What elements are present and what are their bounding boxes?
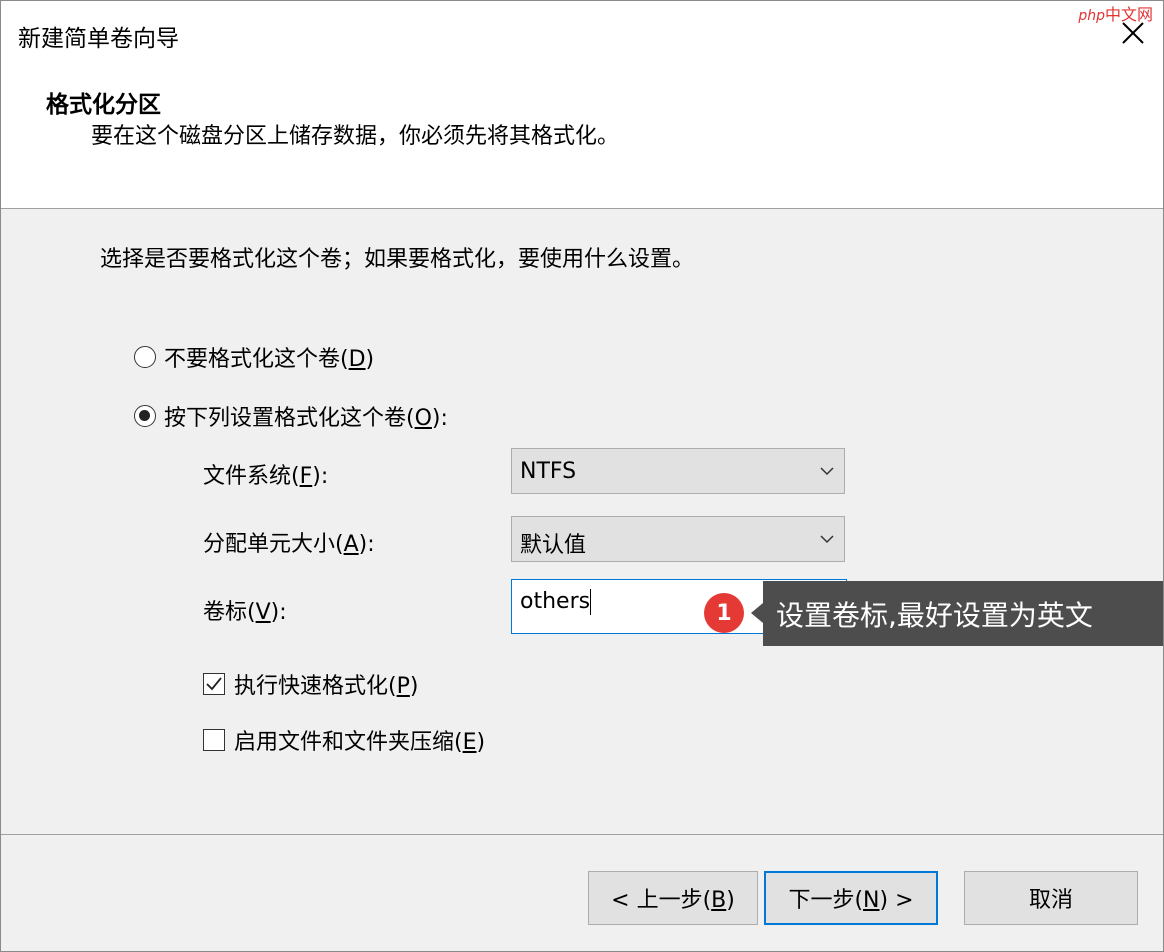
alloc-unit-value: 默认值 xyxy=(520,533,587,558)
cancel-button[interactable]: 取消 xyxy=(964,871,1138,925)
radio-unchecked-icon[interactable] xyxy=(134,346,156,368)
quick-format-checkbox[interactable]: 执行快速格式化(P) xyxy=(203,668,418,700)
checkbox-unchecked-icon[interactable] xyxy=(203,729,225,751)
next-button[interactable]: 下一步(N) > xyxy=(764,871,938,925)
chevron-down-icon xyxy=(820,467,834,476)
radio-checked-icon[interactable] xyxy=(134,405,156,427)
file-system-label: 文件系统(F): xyxy=(203,464,329,489)
text-caret xyxy=(590,589,592,615)
compression-checkbox[interactable]: 启用文件和文件夹压缩(E) xyxy=(203,724,485,756)
alloc-unit-label: 分配单元大小(A): xyxy=(203,532,375,557)
title-bar: 新建简单卷向导 php中文网 xyxy=(1,1,1163,67)
compression-label: 启用文件和文件夹压缩(E) xyxy=(234,730,486,755)
instruction-text: 选择是否要格式化这个卷；如果要格式化，要使用什么设置。 xyxy=(100,247,695,272)
wizard-header: 格式化分区 要在这个磁盘分区上储存数据，你必须先将其格式化。 xyxy=(1,67,1163,209)
radio-no-format[interactable]: 不要格式化这个卷(D) xyxy=(134,341,374,373)
chevron-down-icon xyxy=(820,535,834,544)
close-button[interactable] xyxy=(1113,13,1153,53)
quick-format-label: 执行快速格式化(P) xyxy=(234,674,419,699)
radio-format[interactable]: 按下列设置格式化这个卷(O): xyxy=(134,400,448,432)
file-system-select[interactable]: NTFS xyxy=(511,448,845,494)
back-button[interactable]: < 上一步(B) xyxy=(588,871,758,925)
volume-label-value: others xyxy=(520,589,592,615)
wizard-window: 新建简单卷向导 php中文网 格式化分区 要在这个磁盘分区上储存数据，你必须先将… xyxy=(0,0,1164,952)
close-icon xyxy=(1122,22,1144,44)
radio-no-format-label: 不要格式化这个卷(D) xyxy=(164,347,375,372)
page-subtitle: 要在这个磁盘分区上储存数据，你必须先将其格式化。 xyxy=(91,124,620,149)
annotation-marker: 1 xyxy=(704,593,744,633)
volume-label-label: 卷标(V): xyxy=(203,600,287,625)
annotation-tooltip: 设置卷标,最好设置为英文 xyxy=(763,581,1163,646)
footer-separator xyxy=(1,834,1163,835)
radio-format-label: 按下列设置格式化这个卷(O): xyxy=(164,406,448,431)
file-system-value: NTFS xyxy=(520,459,577,484)
page-title: 格式化分区 xyxy=(46,92,161,118)
window-title: 新建简单卷向导 xyxy=(18,26,179,52)
annotation-arrow xyxy=(751,603,763,623)
checkbox-checked-icon[interactable] xyxy=(203,673,225,695)
alloc-unit-select[interactable]: 默认值 xyxy=(511,516,845,562)
